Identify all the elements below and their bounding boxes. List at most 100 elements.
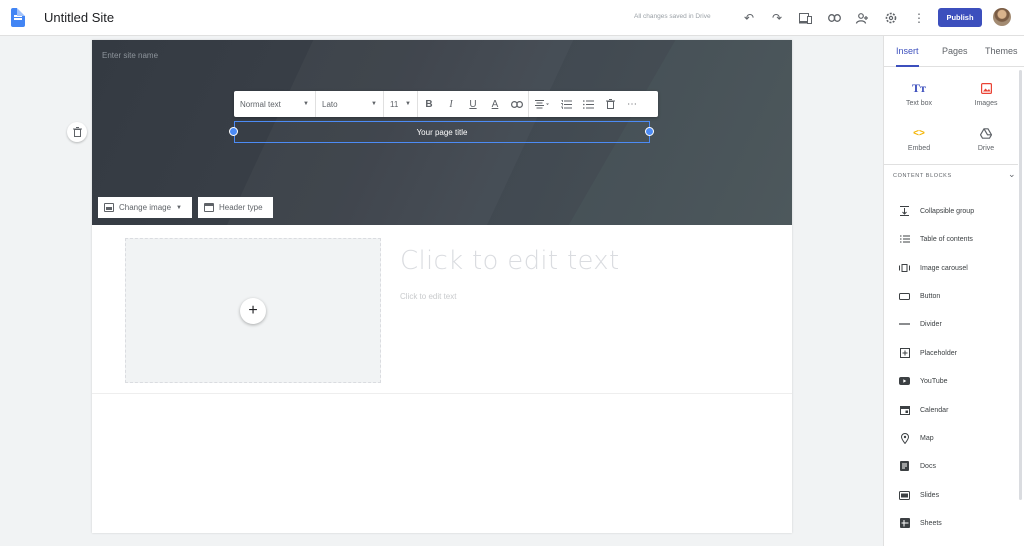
docs-icon	[899, 461, 910, 472]
avatar[interactable]	[993, 8, 1011, 26]
block-placeholder[interactable]: Placeholder	[884, 344, 1018, 362]
format-toolbar: Normal text ▼ Lato ▼ 11 ▼ B I U A ⋯	[234, 91, 658, 117]
delete-icon[interactable]	[599, 91, 621, 117]
youtube-icon	[899, 376, 910, 387]
block-calendar[interactable]: Calendar	[884, 401, 1018, 419]
text-color-icon[interactable]: A	[484, 91, 506, 117]
add-image-button[interactable]: +	[240, 298, 266, 324]
block-label: Divider	[920, 320, 942, 328]
placeholder-icon	[899, 348, 910, 359]
embed-icon: <>	[913, 127, 925, 139]
block-map[interactable]: Map	[884, 429, 1018, 447]
link-icon[interactable]	[826, 10, 842, 26]
drive-icon	[980, 124, 992, 142]
font-select[interactable]: Lato ▼	[316, 91, 384, 117]
link-icon[interactable]	[506, 91, 528, 117]
block-label: Image carousel	[920, 264, 968, 272]
top-bar: Untitled Site All changes saved in Drive…	[0, 0, 1024, 36]
tab-insert[interactable]: Insert	[896, 46, 919, 56]
font-size-value: 11	[390, 99, 399, 109]
undo-icon[interactable]: ↶	[741, 10, 757, 26]
insert-label: Embed	[907, 145, 931, 152]
bold-icon[interactable]: B	[418, 91, 440, 117]
dropdown-arrow-icon: ▼	[371, 101, 377, 107]
change-image-button[interactable]: Change image ▼	[98, 197, 192, 218]
text-style-select[interactable]: Normal text ▼	[234, 91, 316, 117]
panel-scroll-thumb[interactable]	[1019, 70, 1022, 500]
insert-images[interactable]: Images	[954, 79, 1018, 119]
redo-icon[interactable]: ↷	[769, 10, 785, 26]
block-label: Sheets	[920, 519, 942, 527]
insert-label: Images	[974, 100, 998, 107]
site-name-input[interactable]: Enter site name	[102, 51, 158, 60]
block-divider[interactable]: Divider	[884, 315, 1018, 333]
block-slides[interactable]: Slides	[884, 486, 1018, 504]
content-blocks-header: CONTENT BLOCKS	[893, 173, 952, 179]
block-label: Collapsible group	[920, 207, 975, 215]
delete-section-icon[interactable]	[67, 122, 87, 142]
settings-icon[interactable]	[883, 10, 899, 26]
image-carousel-icon	[899, 263, 910, 274]
block-label: YouTube	[920, 377, 948, 385]
collapsible-group-icon	[899, 206, 910, 217]
block-sheets[interactable]: Sheets	[884, 514, 1018, 532]
slides-icon	[899, 490, 910, 501]
block-label: Button	[920, 292, 941, 300]
section-divider	[92, 393, 792, 394]
block-collapsible-group[interactable]: Collapsible group	[884, 202, 1018, 220]
text-heading-placeholder[interactable]: Click to edit text	[400, 246, 619, 276]
google-sites-logo[interactable]	[11, 8, 25, 27]
text-box-icon: Tт	[912, 80, 926, 95]
button-icon	[899, 291, 910, 302]
images-icon	[980, 79, 992, 97]
dropdown-arrow-icon: ▼	[176, 204, 182, 211]
block-label: Slides	[920, 491, 940, 499]
resize-handle-left[interactable]	[229, 127, 238, 136]
italic-icon[interactable]: I	[440, 91, 462, 117]
block-label: Calendar	[920, 406, 949, 414]
tab-themes[interactable]: Themes	[985, 46, 1018, 56]
page-header[interactable]: Enter site name Normal text ▼ Lato ▼ 11 …	[92, 40, 792, 225]
font-value: Lato	[322, 99, 338, 109]
share-icon[interactable]	[854, 10, 870, 26]
page-title[interactable]: Your page title	[417, 128, 468, 137]
publish-button[interactable]: Publish	[938, 8, 982, 27]
page-title-box[interactable]: Your page title	[234, 121, 650, 143]
text-style-value: Normal text	[240, 99, 281, 109]
block-image-carousel[interactable]: Image carousel	[884, 259, 1018, 277]
block-youtube[interactable]: YouTube	[884, 372, 1018, 390]
more-icon[interactable]: ⋮	[911, 10, 927, 26]
align-icon[interactable]	[529, 91, 555, 117]
block-label: Table of contents	[920, 235, 973, 243]
header-type-button[interactable]: Header type	[198, 197, 273, 218]
preview-icon[interactable]	[797, 10, 813, 26]
site-title[interactable]: Untitled Site	[44, 10, 114, 25]
insert-embed[interactable]: <> Embed	[887, 124, 951, 164]
chevron-down-icon[interactable]: ⌄	[1008, 169, 1016, 180]
active-tab-indicator	[896, 65, 919, 67]
insert-text-box[interactable]: Tт Text box	[887, 79, 951, 119]
numbered-list-icon[interactable]	[555, 91, 577, 117]
block-docs[interactable]: Docs	[884, 457, 1018, 475]
change-image-label: Change image	[119, 203, 172, 212]
block-button[interactable]: Button	[884, 287, 1018, 305]
font-size-select[interactable]: 11 ▼	[384, 91, 418, 117]
header-type-label: Header type	[219, 203, 263, 212]
sheets-icon	[899, 518, 910, 529]
panel-divider	[884, 164, 1018, 165]
block-table-of-contents[interactable]: Table of contents	[884, 230, 1018, 248]
image-placeholder[interactable]: +	[125, 238, 381, 383]
text-body-placeholder[interactable]: Click to edit text	[400, 292, 456, 301]
map-icon	[899, 432, 910, 444]
bulleted-list-icon[interactable]	[577, 91, 599, 117]
calendar-icon	[899, 405, 910, 416]
insert-drive[interactable]: Drive	[954, 124, 1018, 164]
more-options-icon[interactable]: ⋯	[621, 91, 643, 117]
tab-pages[interactable]: Pages	[942, 46, 968, 56]
image-icon	[104, 203, 114, 212]
block-label: Docs	[920, 462, 936, 470]
resize-handle-right[interactable]	[645, 127, 654, 136]
block-label: Map	[920, 434, 934, 442]
underline-icon[interactable]: U	[462, 91, 484, 117]
table-of-contents-icon	[899, 234, 910, 245]
